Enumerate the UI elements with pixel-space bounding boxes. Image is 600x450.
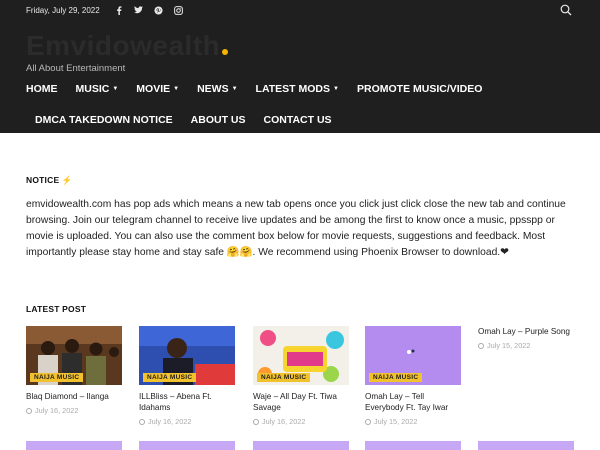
nav-label: DMCA TAKEDOWN NOTICE (35, 113, 173, 126)
category-badge[interactable]: NAIJA MUSIC (257, 373, 311, 382)
clock-icon (139, 418, 145, 425)
post-title[interactable]: Waje – All Day Ft. Tiwa Savage (253, 391, 349, 413)
nav-row-primary: HOME MUSIC ▼ MOVIE ▼ NEWS ▼ LATEST MODS ▼ PR… (26, 78, 600, 99)
post-card[interactable]: NAIJA MUSIC Waje – All Day Ft. Tiwa Sava… (253, 326, 349, 426)
nav-label: PROMOTE MUSIC/VIDEO (356, 82, 483, 95)
category-badge[interactable]: NAIJA MUSIC (143, 373, 197, 382)
twitter-icon[interactable] (134, 5, 144, 15)
nav-item-about[interactable]: ABOUT US (191, 114, 246, 126)
chevron-down-icon: ▼ (231, 85, 238, 92)
nav-item-contact[interactable]: CONTACT US (264, 114, 332, 126)
current-date: Friday, July 29, 2022 (26, 5, 100, 15)
clock-icon (365, 418, 371, 425)
top-bar: Friday, July 29, 2022 (0, 0, 600, 20)
clock-icon (26, 407, 32, 414)
post-date: July 16, 2022 (139, 417, 235, 426)
chevron-down-icon: ▼ (173, 85, 180, 92)
site-header: Friday, July 29, 2022 Emvidowealth All A… (0, 0, 600, 133)
post-card[interactable]: Omah Lay – Purple Song July 15, 2022 (478, 326, 588, 350)
facebook-icon[interactable] (114, 5, 124, 15)
post-thumbnail[interactable]: NAIJA MUSIC (139, 326, 235, 385)
nav-row-secondary: DMCA TAKEDOWN NOTICE ABOUT US CONTACT US (26, 109, 341, 130)
nav-label: LATEST MODS (255, 82, 331, 95)
notice-heading: NOTICE ⚡ (26, 175, 566, 186)
post-date-text: July 16, 2022 (35, 406, 79, 415)
post-thumbnail[interactable] (26, 441, 122, 450)
post-date-text: July 15, 2022 (374, 417, 418, 426)
social-links (114, 5, 184, 15)
search-icon[interactable] (560, 4, 572, 16)
chevron-down-icon: ▼ (112, 85, 119, 92)
notice-section: NOTICE ⚡ emvidowealth.com has pop ads wh… (26, 175, 566, 261)
post-date: July 15, 2022 (478, 341, 588, 350)
latest-post-heading: LATEST POST (26, 304, 87, 314)
post-title[interactable]: Omah Lay – Tell Everybody Ft. Tay Iwar (365, 391, 461, 413)
nav-label: ABOUT US (190, 113, 246, 126)
post-title[interactable]: ILLBliss – Abena Ft. Idahams (139, 391, 235, 413)
instagram-icon[interactable] (174, 5, 184, 15)
nav-label: NEWS (197, 82, 229, 95)
nav-item-latest-mods[interactable]: LATEST MODS ▼ (256, 83, 339, 95)
nav-item-dmca[interactable]: DMCA TAKEDOWN NOTICE (35, 114, 173, 126)
site-logo[interactable]: Emvidowealth (26, 30, 229, 62)
nav-label: HOME (26, 82, 58, 95)
post-date: July 16, 2022 (253, 417, 349, 426)
chevron-down-icon: ▼ (333, 85, 339, 92)
post-thumbnail[interactable] (365, 441, 461, 450)
notice-text: emvidowealth.com has pop ads which means… (26, 199, 566, 258)
nav-item-home[interactable]: HOME (26, 83, 58, 95)
clock-icon (478, 342, 484, 349)
post-date-text: July 15, 2022 (487, 341, 531, 350)
post-date-text: July 16, 2022 (262, 417, 306, 426)
nav-label: CONTACT US (263, 113, 332, 126)
logo-dot (222, 49, 229, 55)
post-thumbnail[interactable] (478, 441, 574, 450)
nav-item-movie[interactable]: MOVIE ▼ (136, 83, 179, 95)
post-title[interactable]: Omah Lay – Purple Song (478, 326, 588, 337)
main-navigation: HOME MUSIC ▼ MOVIE ▼ NEWS ▼ LATEST MODS ▼ PR… (26, 78, 600, 126)
post-thumbnail[interactable]: NAIJA MUSIC (365, 326, 461, 385)
nav-label: MUSIC (75, 82, 110, 95)
post-card[interactable]: NAIJA MUSIC Blaq Diamond – Ilanga July 1… (26, 326, 122, 415)
pinterest-icon[interactable] (154, 5, 164, 15)
nav-label: MOVIE (136, 82, 171, 95)
nav-item-promote[interactable]: PROMOTE MUSIC/VIDEO (357, 83, 482, 95)
post-card[interactable]: NAIJA MUSIC ILLBliss – Abena Ft. Idahams… (139, 326, 235, 426)
category-badge[interactable]: NAIJA MUSIC (30, 373, 84, 382)
post-thumbnail[interactable] (139, 441, 235, 450)
nav-item-news[interactable]: NEWS ▼ (197, 83, 237, 95)
post-date: July 16, 2022 (26, 406, 122, 415)
post-thumbnail[interactable]: NAIJA MUSIC (26, 326, 122, 385)
post-date: July 15, 2022 (365, 417, 461, 426)
logo-text[interactable]: Emvidowealth (26, 30, 220, 62)
page: Friday, July 29, 2022 Emvidowealth All A… (0, 0, 600, 450)
site-tagline: All About Entertainment (26, 63, 126, 74)
clock-icon (253, 418, 259, 425)
post-date-text: July 16, 2022 (148, 417, 192, 426)
post-title[interactable]: Blaq Diamond – Ilanga (26, 391, 122, 402)
post-thumbnail[interactable]: NAIJA MUSIC (253, 326, 349, 385)
post-card[interactable]: NAIJA MUSIC Omah Lay – Tell Everybody Ft… (365, 326, 461, 426)
lightning-icon: ⚡ (61, 175, 73, 185)
notice-title: NOTICE (26, 175, 60, 185)
nav-item-music[interactable]: MUSIC ▼ (76, 83, 119, 95)
category-badge[interactable]: NAIJA MUSIC (369, 373, 423, 382)
post-thumbnail[interactable] (253, 441, 349, 450)
